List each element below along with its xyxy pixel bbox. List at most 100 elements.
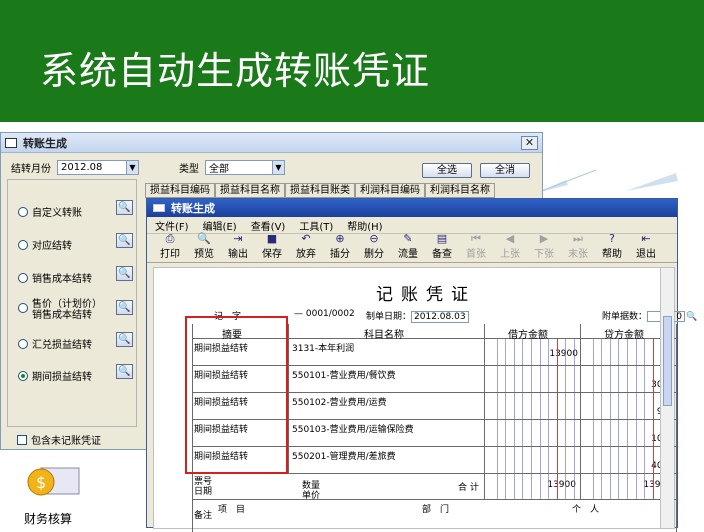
toolbar-button-1[interactable]: 🔍 预览 (187, 232, 221, 262)
menu-view[interactable]: 查看(V) (251, 218, 286, 233)
menu-file[interactable]: 文件(F) (155, 218, 189, 233)
decorative-arrows-icon (536, 169, 678, 194)
date-row-label: 日期 (194, 487, 213, 497)
toolbar-button-13[interactable]: ? 帮助 (595, 232, 629, 262)
toolbar-button-2[interactable]: ⇥ 输出 (221, 232, 255, 262)
radio-button[interactable] (18, 272, 28, 283)
toolbar-label: 末张 (568, 249, 588, 260)
toolbar-button-3[interactable]: ■ 保存 (255, 232, 289, 262)
search-icon[interactable]: 🔍 (116, 300, 133, 315)
toolbar-button-10[interactable]: ◀ 上张 (493, 232, 527, 262)
vertical-scrollbar[interactable] (660, 268, 674, 528)
amount-digit-line (522, 339, 524, 500)
app-label[interactable]: 财务核算 (24, 510, 72, 527)
amount-digit-line (496, 339, 498, 500)
delete-row-icon: ⊖ (369, 232, 379, 245)
voucher-number-row: — 0001/0002 (294, 309, 355, 319)
toolbar-button-12[interactable]: ⏭ 末张 (561, 232, 595, 262)
period-value: 2012.08 (61, 162, 103, 173)
toolbar-label: 首张 (466, 249, 486, 260)
close-button[interactable]: ✕ (521, 136, 538, 150)
radio-button[interactable] (18, 303, 28, 313)
search-icon[interactable]: 🔍 (116, 200, 133, 215)
option-label: 销售成本结转 (32, 274, 92, 285)
grid-col-header[interactable]: 利润科目名称 (425, 183, 495, 198)
menu-help[interactable]: 帮助(H) (347, 218, 382, 233)
search-icon[interactable]: 🔍 (116, 364, 133, 379)
chevron-down-icon[interactable]: ▼ (126, 161, 138, 174)
slide-title: 系统自动生成转账凭证 (40, 49, 431, 93)
undo-icon: ↶ (301, 232, 311, 245)
option-sales-cost[interactable]: 销售成本结转 (18, 270, 92, 285)
toolbar-label: 备查 (432, 249, 452, 260)
menu-tools[interactable]: 工具(T) (299, 218, 333, 233)
toolbar-label: 预览 (194, 249, 214, 260)
dialog-titlebar: 转账生成 (1, 133, 542, 153)
toolbar-button-7[interactable]: ✎ 流量 (391, 232, 425, 262)
toolbar-button-5[interactable]: ⊕ 插分 (323, 232, 357, 262)
clear-all-button[interactable]: 全消 (480, 163, 530, 178)
summary-highlight-box (185, 316, 288, 474)
toolbar-label: 放弃 (296, 249, 316, 260)
memo-icon: ▤ (436, 232, 448, 245)
attachments-label: 附单据数： (602, 312, 648, 322)
toolbar-button-6[interactable]: ⊖ 删分 (357, 232, 391, 262)
select-all-button[interactable]: 全选 (422, 163, 472, 178)
menu-bar: 文件(F) 编辑(E) 查看(V) 工具(T) 帮助(H) (147, 217, 677, 233)
radio-button[interactable] (18, 239, 28, 250)
option-period-profit-loss[interactable]: 期间损益结转 (18, 368, 92, 383)
row-account: 550103-营业费用/运输保险费 (292, 425, 414, 435)
attachments-row: 附单据数： 0 🔍 (602, 309, 697, 322)
last-icon: ⏭ (573, 232, 583, 245)
period-row: 结转月份 2012.08 ▼ 类型 全部 ▼ (11, 160, 285, 175)
date-field[interactable]: 2012.08.03 (411, 311, 469, 323)
menu-edit[interactable]: 编辑(E) (203, 218, 237, 233)
option-planned-price-cost[interactable]: 售价（计划价）销售成本结转 (18, 299, 104, 321)
toolbar-button-9[interactable]: ⏮ 首张 (459, 232, 493, 262)
toolbar-label: 保存 (262, 249, 282, 260)
window-icon (153, 204, 165, 212)
toolbar-button-4[interactable]: ↶ 放弃 (289, 232, 323, 262)
amount-digit-line (513, 339, 515, 500)
option-exchange-gain-loss[interactable]: 汇兑损益结转 (18, 336, 92, 351)
radio-button[interactable] (18, 338, 28, 349)
toolbar-button-8[interactable]: ▤ 备查 (425, 232, 459, 262)
option-label: 汇兑损益结转 (32, 340, 92, 351)
export-icon: ⇥ (233, 232, 243, 245)
row-account: 550101-营业费用/餐饮费 (292, 371, 396, 381)
radio-button-selected[interactable] (18, 370, 28, 381)
search-icon[interactable]: 🔍 (116, 233, 133, 248)
search-icon[interactable]: 🔍 (686, 312, 697, 322)
type-select[interactable]: 全部 ▼ (205, 160, 285, 175)
dialog-title: 转账生成 (23, 136, 67, 150)
voucher-number: 0001/0002 (305, 309, 355, 319)
amount-digit-line (565, 339, 567, 500)
checkbox-label: 包含未记账凭证 (31, 436, 101, 447)
include-unposted-checkbox[interactable]: 包含未记账凭证 (17, 432, 101, 447)
radio-button[interactable] (18, 206, 28, 217)
period-select[interactable]: 2012.08 ▼ (57, 160, 139, 175)
type-label: 类型 (179, 164, 199, 175)
checkbox[interactable] (17, 434, 27, 445)
transfer-type-panel: 自定义转账 🔍 对应结转 🔍 销售成本结转 🔍 售价（计划价）销售成本结转 🔍 … (7, 179, 137, 427)
grid-col-header[interactable]: 损益科目账类 (285, 183, 355, 198)
grid-col-header[interactable]: 损益科目编码 (145, 183, 215, 198)
voucher-title: 记账凭证 (376, 285, 476, 305)
voucher-note-row: 备注 项 目 部 门 个 人 (192, 500, 676, 532)
period-label: 结转月份 (11, 164, 51, 175)
total-label: 合 计 (458, 483, 479, 493)
option-custom[interactable]: 自定义转账 (18, 204, 82, 219)
ledger-app-icon: $ (27, 467, 80, 496)
scrollbar-thumb[interactable] (663, 316, 672, 406)
toolbar-button-11[interactable]: ▶ 下张 (527, 232, 561, 262)
toolbar-button-0[interactable]: ⎙ 打印 (153, 232, 187, 262)
amount-digit-line (652, 339, 654, 500)
printer-icon: ⎙ (165, 232, 175, 245)
search-icon[interactable]: 🔍 (116, 266, 133, 281)
toolbar-button-14[interactable]: ⇤ 退出 (629, 232, 663, 262)
search-icon[interactable]: 🔍 (116, 332, 133, 347)
chevron-down-icon[interactable]: ▼ (272, 161, 284, 174)
option-corresponding[interactable]: 对应结转 (18, 237, 72, 252)
grid-col-header[interactable]: 利润科目编码 (355, 183, 425, 198)
grid-col-header[interactable]: 损益科目名称 (215, 183, 285, 198)
